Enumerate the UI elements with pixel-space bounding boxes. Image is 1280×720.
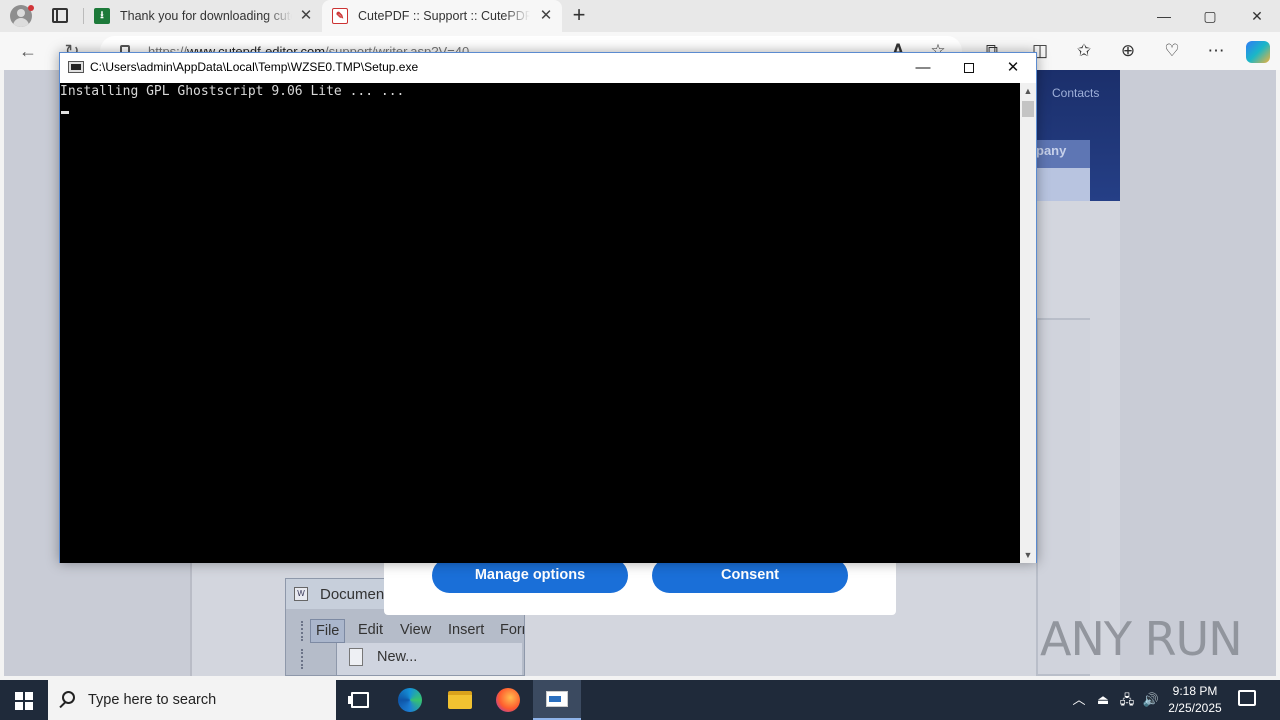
notification-center-icon[interactable] bbox=[1238, 690, 1256, 706]
windows-logo-icon bbox=[15, 692, 23, 700]
taskbar-search-box[interactable]: Type here to search bbox=[48, 680, 336, 720]
consent-button[interactable]: Consent bbox=[652, 558, 848, 593]
favorites-icon[interactable]: ✩ bbox=[1074, 41, 1094, 61]
task-view-button[interactable] bbox=[336, 680, 384, 720]
copilot-icon[interactable] bbox=[1246, 41, 1270, 63]
usb-device-icon[interactable]: ⏏ bbox=[1092, 680, 1114, 720]
menu-file: File bbox=[310, 619, 346, 643]
taskbar-edge[interactable] bbox=[386, 680, 434, 720]
tab-cutepdf-support[interactable]: ✎ CutePDF :: Support :: CutePDF Writer ✕ bbox=[322, 0, 562, 32]
taskbar-file-explorer[interactable] bbox=[436, 680, 484, 720]
maximize-icon bbox=[964, 63, 974, 74]
firefox-icon bbox=[496, 688, 520, 712]
tab-title: CutePDF :: Support :: CutePDF Writer bbox=[358, 9, 530, 23]
console-output-area[interactable]: Installing GPL Ghostscript 9.06 Lite ...… bbox=[60, 83, 1020, 563]
nav-contacts-link[interactable]: Contacts bbox=[1052, 86, 1099, 100]
watermark-text: ANY RUN bbox=[1040, 612, 1243, 666]
close-tab-icon[interactable]: ✕ bbox=[298, 8, 314, 24]
scroll-up-arrow-icon[interactable]: ▲ bbox=[1020, 83, 1036, 99]
folder-icon bbox=[448, 691, 472, 709]
browser-essentials-icon[interactable]: ♡ bbox=[1162, 41, 1182, 61]
toolbar-grip bbox=[301, 649, 304, 669]
edge-icon bbox=[398, 688, 422, 712]
tab-download[interactable]: ⭳ Thank you for downloading cutepdf-edit… bbox=[84, 0, 322, 32]
more-options-icon[interactable]: ⋯ bbox=[1206, 41, 1226, 61]
company-submenu-strip bbox=[1034, 168, 1090, 201]
menu-edit: Edit bbox=[358, 622, 383, 638]
task-view-icon bbox=[348, 692, 369, 708]
console-app-icon[interactable] bbox=[68, 61, 84, 73]
console-cursor bbox=[61, 111, 69, 114]
taskbar-console-app[interactable] bbox=[533, 680, 581, 720]
word-title: Document bbox=[320, 586, 389, 603]
new-document-icon bbox=[349, 648, 363, 666]
tab-actions-icon[interactable] bbox=[52, 8, 68, 23]
console-title-bar[interactable]: C:\Users\admin\AppData\Local\Temp\WZSE0.… bbox=[60, 53, 1036, 83]
new-tab-button[interactable]: + bbox=[568, 4, 590, 26]
volume-icon[interactable]: 🔊 bbox=[1140, 680, 1162, 720]
windows-logo-icon bbox=[15, 702, 23, 710]
taskbar-firefox[interactable] bbox=[484, 680, 532, 720]
tab-title: Thank you for downloading cutepdf-editor bbox=[120, 9, 292, 23]
console-output-line: Installing GPL Ghostscript 9.06 Lite ...… bbox=[60, 84, 405, 99]
word-menu-bar: File Edit View Insert Form bbox=[286, 619, 524, 643]
green-download-icon: ⭳ bbox=[94, 8, 110, 24]
console-title: C:\Users\admin\AppData\Local\Temp\WZSE0.… bbox=[90, 60, 419, 74]
network-icon[interactable]: 🖧 bbox=[1116, 680, 1138, 720]
menu-view: View bbox=[400, 622, 432, 638]
browser-close-button[interactable]: ✕ bbox=[1234, 0, 1280, 32]
submenu-new: New... bbox=[377, 649, 418, 665]
start-button[interactable] bbox=[0, 680, 48, 720]
console-close-button[interactable]: ✕ bbox=[990, 53, 1036, 83]
windows-logo-icon bbox=[25, 692, 33, 700]
word-file-submenu: New... bbox=[336, 643, 522, 675]
windows-taskbar: Type here to search ︿ ⏏ 🖧 🔊 9:18 PM 2/25… bbox=[0, 680, 1280, 720]
browser-restore-button[interactable]: ▢ bbox=[1187, 0, 1233, 32]
scroll-down-arrow-icon[interactable]: ▼ bbox=[1020, 547, 1036, 563]
search-placeholder: Type here to search bbox=[88, 692, 217, 708]
word-app-icon: W bbox=[294, 587, 308, 601]
console-app-icon bbox=[546, 691, 568, 707]
windows-logo-icon bbox=[25, 702, 33, 710]
menu-format: Form bbox=[500, 622, 524, 638]
collections-icon[interactable]: ⊕ bbox=[1118, 41, 1138, 61]
browser-minimize-button[interactable]: — bbox=[1141, 0, 1187, 32]
browser-tab-strip: ⭳ Thank you for downloading cutepdf-edit… bbox=[0, 0, 1280, 32]
search-icon bbox=[62, 691, 75, 704]
anyrun-watermark: ANY RUN bbox=[1040, 610, 1250, 670]
cutepdf-icon: ✎ bbox=[332, 8, 348, 24]
setup-console-window: C:\Users\admin\AppData\Local\Temp\WZSE0.… bbox=[59, 52, 1037, 563]
profile-alert-dot bbox=[28, 5, 34, 11]
console-maximize-button[interactable] bbox=[946, 53, 992, 83]
console-scrollbar[interactable]: ▲ ▼ bbox=[1020, 83, 1036, 563]
clock-time: 9:18 PM bbox=[1172, 684, 1218, 698]
scroll-thumb[interactable] bbox=[1022, 101, 1034, 117]
show-hidden-icons-chevron-icon[interactable]: ︿ bbox=[1068, 680, 1090, 720]
close-tab-icon[interactable]: ✕ bbox=[538, 8, 554, 24]
clock-date: 2/25/2025 bbox=[1168, 701, 1222, 715]
back-arrow-icon[interactable]: ← bbox=[18, 41, 38, 61]
manage-options-button[interactable]: Manage options bbox=[432, 558, 628, 593]
menu-insert: Insert bbox=[448, 622, 485, 638]
taskbar-clock[interactable]: 9:18 PM 2/25/2025 bbox=[1160, 683, 1230, 717]
console-minimize-button[interactable]: — bbox=[900, 53, 946, 83]
